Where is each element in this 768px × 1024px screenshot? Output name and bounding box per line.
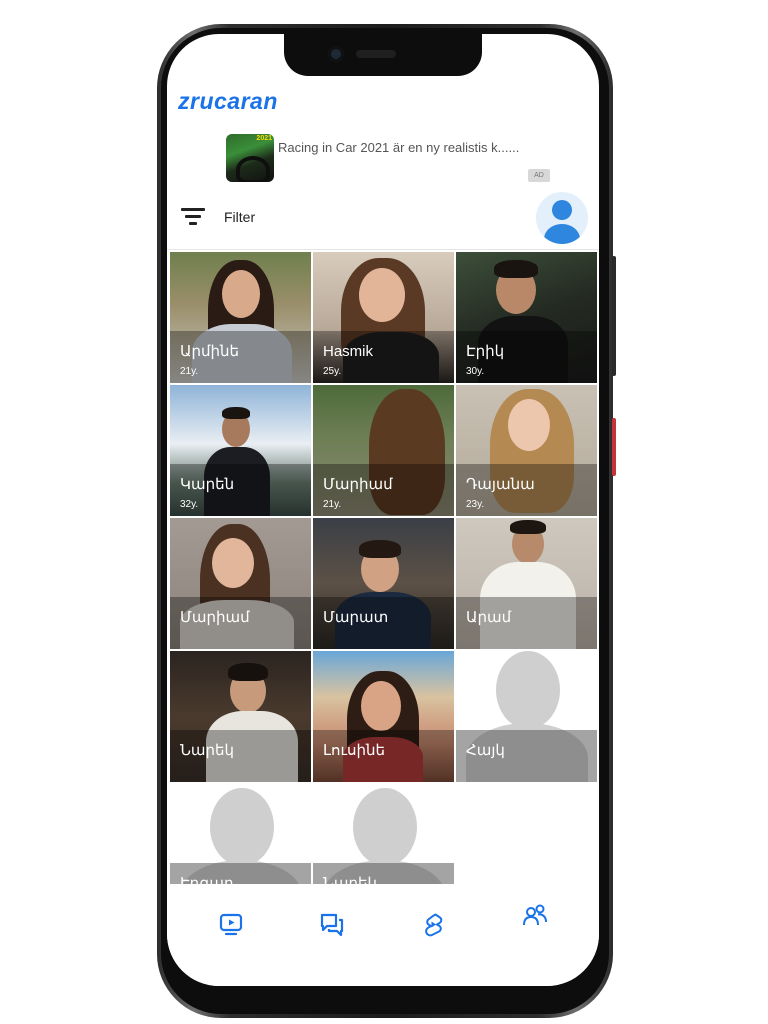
profile-name: Hasmik xyxy=(323,343,374,360)
profile-grid: Արմինե 21y. Hasmik 25y. Էրիկ 30y. Կարեն … xyxy=(170,252,599,884)
profile-name: Մարիամ xyxy=(180,609,250,626)
profile-card[interactable]: Արամ xyxy=(456,518,597,649)
profile-card[interactable]: Մարիամ xyxy=(170,518,311,649)
profile-name: Նարեկ xyxy=(323,875,378,884)
app-logo: zrucaran xyxy=(178,88,278,114)
profile-card[interactable]: Էդգար xyxy=(170,784,311,884)
profile-card[interactable]: Արմինե 21y. xyxy=(170,252,311,383)
default-avatar-icon xyxy=(353,788,417,866)
earpiece-speaker xyxy=(356,50,396,58)
profile-name: Լուսինե xyxy=(323,742,386,759)
profile-name: Կարեն xyxy=(180,476,235,493)
profile-age: 21y. xyxy=(323,499,342,510)
people-icon xyxy=(523,904,547,926)
chat-icon xyxy=(320,913,344,937)
profile-name: Էրիկ xyxy=(466,343,505,360)
profile-name: Մարիամ xyxy=(323,476,393,493)
profile-card[interactable]: Մարիամ 21y. xyxy=(313,385,454,516)
ad-text[interactable]: Racing in Car 2021 är en ny realistis k.… xyxy=(278,138,540,157)
profile-name: Էդգար xyxy=(180,875,234,884)
profile-name: Մարատ xyxy=(323,609,389,626)
filter-icon[interactable] xyxy=(181,208,205,226)
video-icon xyxy=(219,913,243,936)
profile-card[interactable]: Լուսինե xyxy=(313,651,454,782)
ad-badge: AD xyxy=(528,169,550,182)
app-screen: zrucaran 2021 Racing in Car 2021 är en n… xyxy=(167,34,599,986)
profile-name: Հայկ xyxy=(466,742,505,759)
front-camera xyxy=(328,46,344,62)
default-avatar-icon xyxy=(496,651,560,729)
profile-name: Նարեկ xyxy=(180,742,235,759)
user-avatar-icon[interactable] xyxy=(536,192,588,244)
nav-chat-button[interactable] xyxy=(312,906,352,942)
ad-thumbnail[interactable]: 2021 xyxy=(226,134,274,182)
profile-card[interactable]: Կարեն 32y. xyxy=(170,385,311,516)
profile-age: 32y. xyxy=(180,499,199,510)
ad-thumbnail-label: 2021 xyxy=(256,135,272,142)
profile-age: 23y. xyxy=(466,499,485,510)
nav-video-button[interactable] xyxy=(211,906,251,942)
shorts-icon xyxy=(425,913,443,937)
power-button xyxy=(612,418,616,476)
default-avatar-icon xyxy=(210,788,274,866)
notch xyxy=(284,34,482,76)
profile-name: Արմինե xyxy=(180,343,240,360)
profile-card[interactable]: Hasmik 25y. xyxy=(313,252,454,383)
nav-shorts-button[interactable] xyxy=(413,906,453,942)
steering-wheel-icon xyxy=(236,156,270,182)
bottom-nav xyxy=(167,896,599,956)
volume-button xyxy=(612,256,616,376)
filter-button[interactable]: Filter xyxy=(224,209,255,225)
profile-card[interactable]: Էրիկ 30y. xyxy=(456,252,597,383)
profile-card[interactable]: Նարեկ xyxy=(170,651,311,782)
home-indicator-area xyxy=(167,956,599,986)
profile-age: 21y. xyxy=(180,366,199,377)
profile-age: 25y. xyxy=(323,366,342,377)
divider xyxy=(167,249,599,250)
profile-name: Դայանա xyxy=(466,476,535,493)
profile-name: Արամ xyxy=(466,609,512,626)
profile-age: 30y. xyxy=(466,366,485,377)
profile-card[interactable]: Հայկ xyxy=(456,651,597,782)
nav-people-button[interactable] xyxy=(515,898,555,934)
profile-card[interactable]: Մարատ xyxy=(313,518,454,649)
profile-card[interactable]: Դայանա 23y. xyxy=(456,385,597,516)
profile-card[interactable]: Նարեկ xyxy=(313,784,454,884)
